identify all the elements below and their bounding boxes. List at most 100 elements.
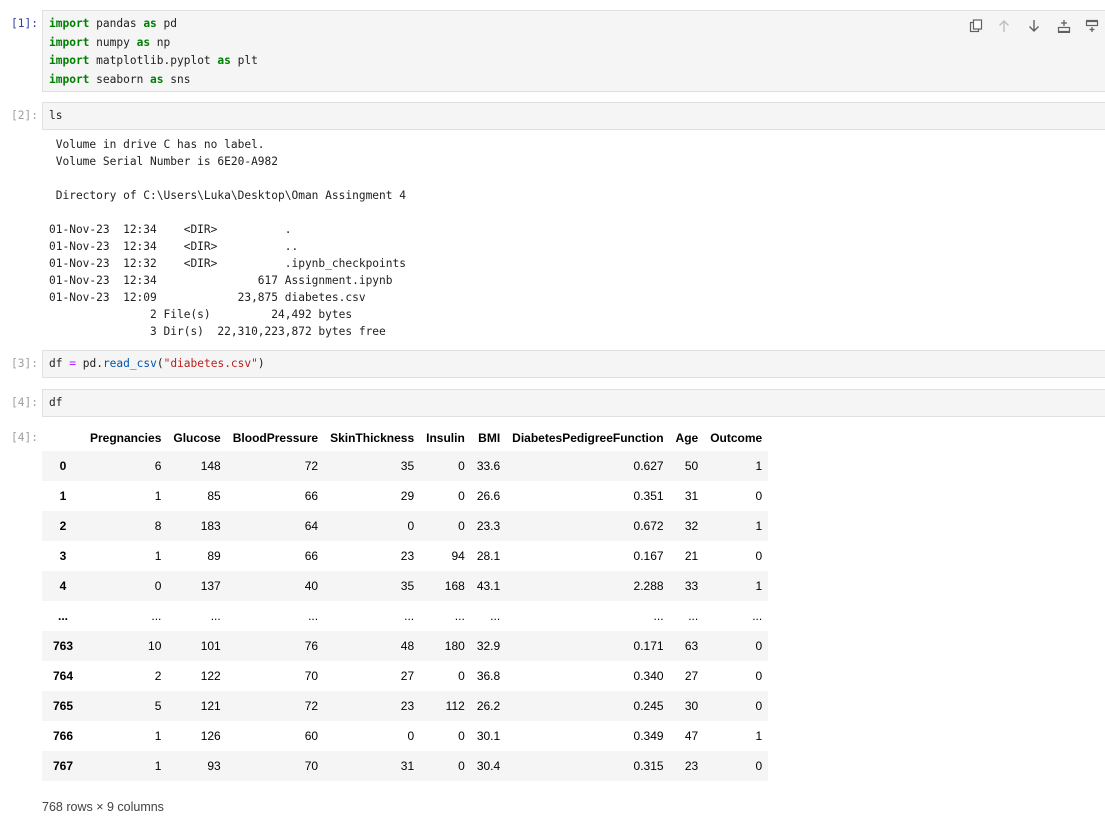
table-cell: 94 <box>451 549 465 563</box>
table-cell: 30.1 <box>476 729 501 743</box>
table-cell: 70 <box>304 759 319 773</box>
insert-above-icon[interactable] <box>1081 16 1103 36</box>
code-editor[interactable]: ls <box>42 102 1105 130</box>
table-cell: ... <box>653 609 664 623</box>
table-cell: 33.6 <box>476 459 501 473</box>
column-header: Outcome <box>710 431 763 445</box>
table-cell: 0 <box>755 639 763 653</box>
code-token: import <box>49 54 90 67</box>
table-cell: 0 <box>458 519 465 533</box>
code-token: ls <box>49 109 63 122</box>
table-cell: 0.315 <box>633 759 664 773</box>
table-cell: 0.672 <box>633 519 664 533</box>
code-token: import <box>49 35 90 49</box>
index-header <box>42 425 84 451</box>
column-header: Glucose <box>173 431 221 445</box>
column-header: DiabetesPedigreeFunction <box>512 431 664 445</box>
column-header: BloodPressure <box>232 431 319 445</box>
output-line: 01-Nov-23 12:09 23,875 diabetes.csv <box>49 291 366 304</box>
code-token: = <box>69 357 76 370</box>
table-cell: 35 <box>400 579 415 593</box>
table-cell: 89 <box>207 549 221 563</box>
table-cell: 0 <box>458 459 465 473</box>
table-cell: 36.8 <box>476 669 501 683</box>
table-cell: 32.9 <box>476 639 501 653</box>
table-header-row: Pregnancies Glucose BloodPressure SkinThick… <box>42 425 768 451</box>
row-index: 765 <box>52 699 74 713</box>
table-cell: 1 <box>755 519 763 533</box>
table-cell: 0.349 <box>633 729 664 743</box>
table-cell: 0.627 <box>633 459 664 473</box>
table-row: 766 1 126 60 0 0 30.1 0.349 47 1 <box>42 721 769 751</box>
row-index: 2 <box>59 519 67 533</box>
table-cell: 8 <box>154 519 162 533</box>
table-cell: 85 <box>207 489 221 503</box>
code-token: pd <box>75 357 97 370</box>
code-token: df <box>49 357 70 370</box>
table-cell: 32 <box>684 519 699 533</box>
code-line: import seaborn as sns <box>49 71 190 89</box>
table-cell: 126 <box>200 729 221 743</box>
table-cell: 0 <box>407 519 415 533</box>
code-token: matplotlib.pyplot <box>89 54 218 67</box>
table-cell: 137 <box>200 579 221 593</box>
table-cell: 6 <box>154 459 162 473</box>
code-token: as <box>150 72 164 86</box>
move-up-icon[interactable] <box>993 16 1015 36</box>
table-row: 3 1 89 66 23 94 28.1 0.167 21 0 <box>42 541 769 571</box>
code-token: as <box>136 35 151 49</box>
table-row: 1 1 85 66 29 0 26.6 0.351 31 0 <box>42 481 769 511</box>
code-cell-1[interactable]: [1]: import pandas as pd import numpy as … <box>0 10 1105 92</box>
table-cell: ... <box>688 609 699 623</box>
table-cell: 40 <box>304 579 319 593</box>
code-token: numpy <box>89 35 137 49</box>
output-line: 01-Nov-23 12:34 <DIR> .. <box>49 240 299 253</box>
insert-below-icon[interactable] <box>1053 16 1075 36</box>
table-cell: 168 <box>444 579 465 593</box>
code-cell-2[interactable]: [2]: ls <box>0 102 1105 130</box>
table-row: 2 8 183 64 0 0 23.3 0.672 32 1 <box>42 511 769 541</box>
table-cell: 0.351 <box>633 489 664 503</box>
table-cell: 1 <box>154 759 162 773</box>
code-editor[interactable]: df <box>42 389 1105 417</box>
table-cell: 23 <box>400 549 415 563</box>
ls-output: Volume in drive C has no label. Volume S… <box>49 136 406 340</box>
column-header: BMI <box>478 431 501 445</box>
table-cell: 76 <box>304 639 319 653</box>
code-token: plt <box>230 54 258 67</box>
code-cell-3[interactable]: [3]: df = pd.read_csv("diabetes.csv") <box>0 350 1105 378</box>
table-cell: 121 <box>200 699 221 713</box>
code-token: pandas <box>89 17 144 30</box>
table-cell: 26.2 <box>476 699 501 713</box>
table-cell: 183 <box>200 519 221 533</box>
column-header: Pregnancies <box>90 431 162 445</box>
table-cell: 0 <box>755 669 763 683</box>
code-editor[interactable]: import pandas as pd import numpy as np imp… <box>42 10 1105 92</box>
table-cell: 0 <box>755 699 763 713</box>
code-token: import <box>49 17 90 30</box>
table-cell: 1 <box>755 579 763 593</box>
table-cell: 35 <box>400 459 415 473</box>
table-cell: 27 <box>400 669 415 683</box>
table-cell: ... <box>210 609 221 623</box>
table-cell: 48 <box>400 639 415 653</box>
code-token: np <box>150 35 171 49</box>
output-line: Volume Serial Number is 6E20-A982 <box>49 155 279 168</box>
table-row: 767 1 93 70 31 0 30.4 0.315 23 0 <box>42 751 769 781</box>
table-cell: 0 <box>755 489 763 503</box>
row-index: 4 <box>59 579 67 593</box>
table-cell: 72 <box>304 459 319 473</box>
code-editor[interactable]: df = pd.read_csv("diabetes.csv") <box>42 350 1105 378</box>
column-header: Insulin <box>426 431 465 445</box>
table-cell: 1 <box>755 459 763 473</box>
code-cell-4[interactable]: [4]: df <box>0 389 1105 417</box>
code-token: pd <box>156 17 178 30</box>
code-token: ) <box>257 357 265 370</box>
table-cell: 47 <box>684 729 699 743</box>
move-down-icon[interactable] <box>1023 16 1045 36</box>
duplicate-icon[interactable] <box>965 16 987 36</box>
row-index: ... <box>57 609 68 623</box>
table-cell: 112 <box>445 699 465 713</box>
